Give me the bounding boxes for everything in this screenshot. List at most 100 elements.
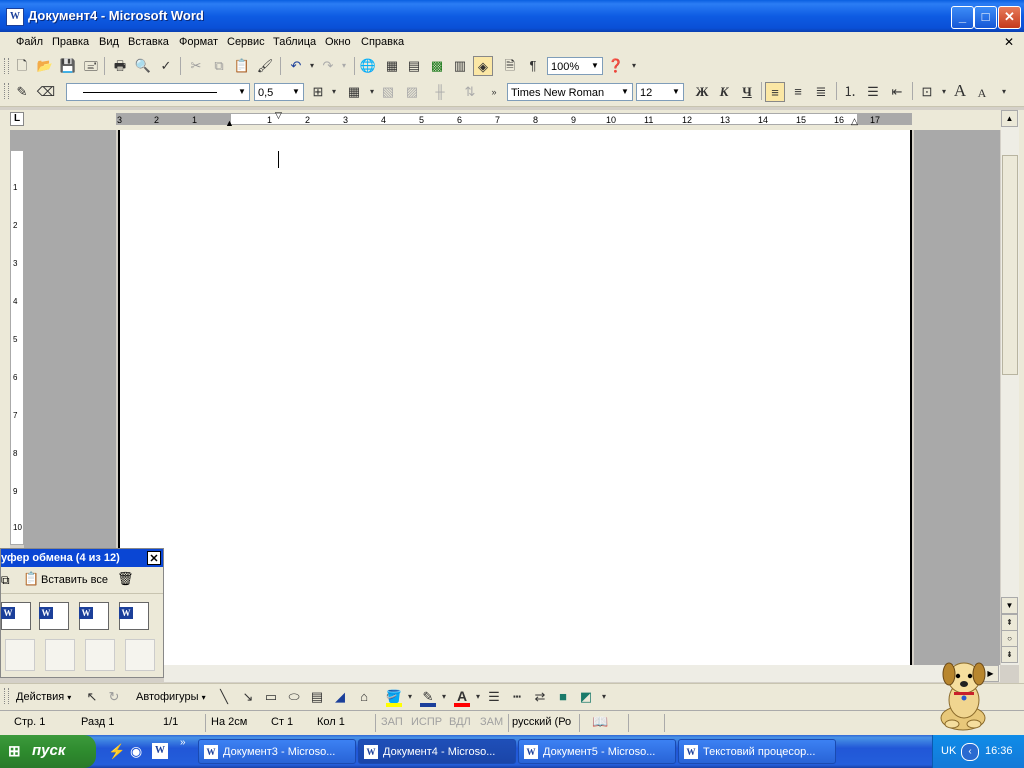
status-trk[interactable]: ИСПР bbox=[411, 716, 442, 728]
drawing-icon[interactable]: ◈ bbox=[473, 56, 493, 76]
menu-table[interactable]: Таблица bbox=[273, 36, 316, 48]
underline-button[interactable]: Ч bbox=[737, 82, 757, 102]
scroll-up-icon[interactable]: ▲ bbox=[1001, 110, 1018, 127]
toolbar-options-icon[interactable]: ▾ bbox=[624, 56, 644, 76]
insert-table2-icon[interactable]: ▦ bbox=[344, 82, 364, 102]
left-indent-marker-icon[interactable]: ▲ bbox=[225, 118, 234, 128]
redo-dropdown-icon[interactable]: ▾ bbox=[334, 56, 354, 76]
text-direction-icon[interactable]: ⇅ bbox=[460, 82, 480, 102]
taskbar-button-doc3[interactable]: W Документ3 - Microso... bbox=[198, 739, 356, 764]
menu-help[interactable]: Справка bbox=[361, 36, 404, 48]
status-ovr[interactable]: ЗАМ bbox=[480, 716, 503, 728]
clock[interactable]: 16:36 bbox=[985, 745, 1013, 757]
quicklaunch-bolt-icon[interactable]: ⚡ bbox=[108, 743, 125, 760]
format-painter-icon[interactable]: 🖌 bbox=[255, 56, 275, 76]
align-center-icon[interactable]: ≡ bbox=[788, 82, 808, 102]
office-assistant-dog[interactable] bbox=[928, 652, 998, 732]
close-button[interactable]: ✕ bbox=[998, 6, 1021, 29]
show-hide-pilcrow-icon[interactable]: ¶ bbox=[523, 56, 543, 76]
scroll-down-icon[interactable]: ▼ bbox=[1001, 597, 1018, 614]
status-rec[interactable]: ЗАП bbox=[381, 716, 403, 728]
status-language[interactable]: русский (Ро bbox=[512, 716, 571, 728]
minimize-button[interactable]: _ bbox=[951, 6, 974, 29]
paste-all-icon[interactable]: 📋 bbox=[23, 571, 39, 587]
word-app-icon[interactable]: W bbox=[6, 8, 24, 26]
first-line-indent-marker-icon[interactable]: ▽ bbox=[275, 110, 282, 121]
paste-all-button[interactable]: Вставить все bbox=[41, 574, 108, 586]
dash-style-icon[interactable]: ┅ bbox=[507, 687, 527, 707]
rectangle-tool-icon[interactable]: ▭ bbox=[261, 687, 281, 707]
insert-table-icon[interactable]: ▤ bbox=[404, 56, 424, 76]
font-size-combo[interactable]: 12 ▼ bbox=[636, 83, 684, 101]
toolbar-more-icon[interactable]: » bbox=[484, 82, 504, 102]
menu-insert[interactable]: Вставка bbox=[128, 36, 169, 48]
maximize-button[interactable]: □ bbox=[974, 6, 997, 29]
text-box-icon[interactable]: ▤ bbox=[307, 687, 327, 707]
print-preview-icon[interactable]: 🔍 bbox=[133, 56, 153, 76]
zoom-combo[interactable]: 100% ▼ bbox=[547, 57, 603, 75]
previous-page-icon[interactable]: ⇞ bbox=[1001, 614, 1018, 631]
menu-view[interactable]: Вид bbox=[99, 36, 119, 48]
menu-edit[interactable]: Правка bbox=[52, 36, 89, 48]
line-style-dropdown-icon[interactable]: ▼ bbox=[235, 84, 249, 100]
actions-menu[interactable]: Действия ▾ bbox=[16, 691, 71, 703]
tables-borders-icon[interactable]: ▦ bbox=[382, 56, 402, 76]
document-map-icon[interactable]: 🗎 bbox=[500, 56, 520, 76]
vertical-scroll-thumb[interactable] bbox=[1002, 155, 1018, 375]
spelling-status-book-icon[interactable]: 📖 bbox=[592, 714, 608, 730]
arrow-tool-icon[interactable]: ↘ bbox=[238, 687, 258, 707]
shrink-font-icon[interactable]: A bbox=[972, 83, 992, 103]
free-rotate-icon[interactable]: ↻ bbox=[104, 687, 124, 707]
copy-icon[interactable]: ⧉ bbox=[209, 56, 229, 76]
grow-font-icon[interactable]: A bbox=[950, 81, 970, 101]
menu-tools[interactable]: Сервис bbox=[227, 36, 265, 48]
font-name-dropdown-icon[interactable]: ▼ bbox=[618, 84, 632, 100]
columns-icon[interactable]: ▥ bbox=[450, 56, 470, 76]
clipboard-item[interactable]: W bbox=[39, 602, 69, 630]
next-page-icon[interactable]: ⇟ bbox=[1001, 646, 1018, 663]
toolbar-grip[interactable] bbox=[4, 83, 9, 99]
line-tool-icon[interactable]: ╲ bbox=[214, 687, 234, 707]
eraser-icon[interactable]: ⌫ bbox=[36, 82, 56, 102]
clipboard-item[interactable]: W bbox=[1, 602, 31, 630]
document-page[interactable] bbox=[118, 130, 912, 665]
align-left-icon[interactable]: ≡ bbox=[765, 82, 785, 102]
select-objects-icon[interactable]: ↖ bbox=[82, 687, 102, 707]
line-style-combo[interactable]: ▼ bbox=[66, 83, 250, 101]
hyperlink-globe-icon[interactable]: 🌐 bbox=[358, 56, 378, 76]
line-weight-dropdown-icon[interactable]: ▼ bbox=[289, 84, 303, 100]
insert-excel-icon[interactable]: ▩ bbox=[427, 56, 447, 76]
toolbar-grip[interactable] bbox=[4, 688, 9, 704]
toolbar-grip[interactable] bbox=[4, 58, 9, 74]
horizontal-scrollbar[interactable]: ▶ bbox=[164, 665, 1000, 682]
title-bar[interactable]: W Документ4 - Microsoft Word _ □ ✕ bbox=[0, 0, 1024, 32]
oval-tool-icon[interactable]: ⬭ bbox=[284, 687, 304, 707]
menu-file[interactable]: Файл bbox=[16, 36, 43, 48]
bold-button[interactable]: Ж bbox=[692, 82, 712, 102]
numbered-list-icon[interactable]: ⒈ bbox=[840, 82, 860, 102]
toolbar-options2-icon[interactable]: ▾ bbox=[994, 82, 1014, 102]
align-cells-icon[interactable]: ╫ bbox=[430, 82, 450, 102]
new-document-icon[interactable]: 🗋 bbox=[12, 56, 32, 76]
menu-window[interactable]: Окно bbox=[325, 36, 351, 48]
quicklaunch-more-icon[interactable]: » bbox=[180, 737, 186, 748]
taskbar-button-doc4[interactable]: W Документ4 - Microso... bbox=[358, 739, 516, 764]
line-style-icon[interactable]: ☰ bbox=[484, 687, 504, 707]
insert-clip-art-icon[interactable]: ⌂ bbox=[354, 687, 374, 707]
select-browse-object-icon[interactable]: ○ bbox=[1001, 630, 1018, 647]
merge-cells-icon[interactable]: ▧ bbox=[378, 82, 398, 102]
draw-table-pencil-icon[interactable]: ✎ bbox=[12, 82, 32, 102]
drawing-options-icon[interactable]: ▾ bbox=[594, 687, 614, 707]
print-icon[interactable]: 🖶 bbox=[110, 56, 130, 76]
clear-all-icon[interactable]: 🗑 bbox=[117, 571, 134, 587]
shadow-style-icon[interactable]: ■ bbox=[553, 687, 573, 707]
paste-icon[interactable]: 📋 bbox=[232, 56, 252, 76]
italic-button[interactable]: К bbox=[714, 82, 734, 102]
save-icon[interactable]: 💾 bbox=[58, 56, 78, 76]
vertical-ruler[interactable]: 1 2 3 4 5 6 7 8 9 10 bbox=[10, 150, 24, 545]
fill-color-dropdown-icon[interactable]: ▾ bbox=[400, 687, 420, 707]
zoom-dropdown-icon[interactable]: ▼ bbox=[588, 58, 602, 74]
tray-expand-icon[interactable]: ‹ bbox=[961, 743, 979, 761]
status-ext[interactable]: ВДЛ bbox=[449, 716, 471, 728]
help-icon[interactable]: ❓ bbox=[606, 56, 626, 76]
